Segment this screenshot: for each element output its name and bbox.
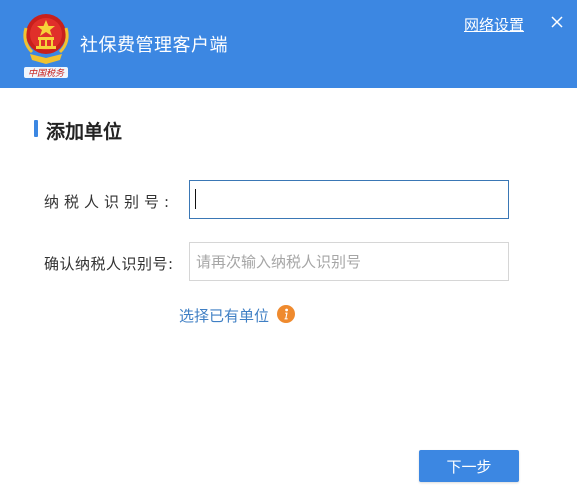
tax-emblem-icon: 中国税务 xyxy=(18,10,74,80)
add-unit-window: 中国税务 社保费管理客户端 网络设置 添加单位 纳税人识别号: 确认纳税人识别号… xyxy=(0,0,577,497)
title-bar: 中国税务 社保费管理客户端 网络设置 xyxy=(0,0,577,88)
close-icon[interactable] xyxy=(549,14,565,30)
taxid-label: 纳税人识别号: xyxy=(44,193,175,211)
text-caret xyxy=(195,189,196,209)
section-accent-bar xyxy=(34,120,38,137)
select-existing-unit-link[interactable]: 选择已有单位 xyxy=(179,305,269,326)
confirm-taxid-label: 确认纳税人识别号: xyxy=(44,255,174,273)
confirm-taxid-input[interactable] xyxy=(189,242,509,281)
info-icon[interactable] xyxy=(277,305,295,323)
logo-caption: 中国税务 xyxy=(28,68,65,79)
network-settings-link[interactable]: 网络设置 xyxy=(464,14,524,35)
taxid-input[interactable] xyxy=(189,180,509,219)
app-title: 社保费管理客户端 xyxy=(80,35,228,56)
next-button[interactable]: 下一步 xyxy=(419,450,519,482)
section-title: 添加单位 xyxy=(46,121,123,143)
